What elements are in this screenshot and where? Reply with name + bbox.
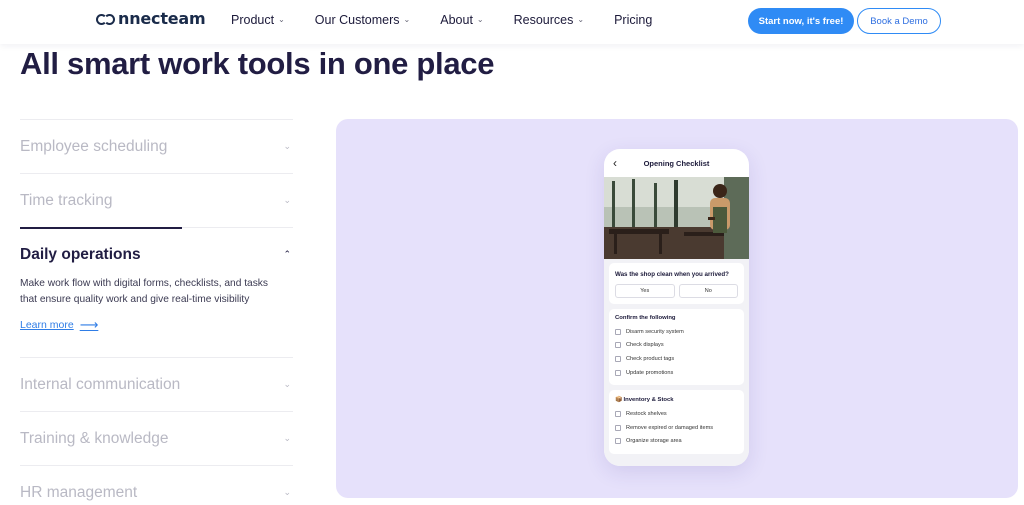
logo-mark-icon	[96, 14, 117, 25]
accordion-header[interactable]: Internal communication ⌄	[20, 358, 293, 411]
chevron-down-icon: ⌄	[283, 433, 291, 443]
checkbox-icon	[615, 438, 621, 445]
chevron-down-icon: ⌄	[283, 379, 291, 389]
accordion-label: Internal communication	[20, 375, 181, 393]
nav-item-our-customers[interactable]: Our Customers ⌄	[315, 13, 410, 27]
answer-yes-button[interactable]: Yes	[615, 284, 675, 298]
chevron-down-icon: ⌄	[283, 141, 291, 151]
shop-photo-illustration	[604, 177, 749, 259]
inventory-card: 📦Inventory & Stock Restock shelves Remov…	[609, 390, 744, 455]
accordion-label: Training & knowledge	[20, 429, 169, 447]
checklist-item-label: Update promotions	[626, 369, 674, 376]
accordion-label: Daily operations	[20, 245, 141, 263]
checkbox-icon	[615, 342, 621, 349]
nav-item-pricing[interactable]: Pricing	[614, 13, 652, 27]
chevron-down-icon: ⌄	[283, 195, 291, 205]
autoplay-progress-bar	[20, 227, 182, 229]
top-navigation: nnecteam Product ⌄ Our Customers ⌄ About…	[0, 0, 1024, 44]
book-demo-button[interactable]: Book a Demo	[857, 8, 941, 34]
accordion-item-time-tracking[interactable]: Time tracking ⌄	[20, 173, 293, 227]
accordion-label: HR management	[20, 483, 138, 501]
checklist-item-label: Disarm security system	[626, 328, 684, 335]
checklist-item-label: Restock shelves	[626, 411, 667, 418]
shop-worker-photo	[604, 177, 749, 259]
feature-accordion: Employee scheduling ⌄ Time tracking ⌄ Da…	[20, 119, 293, 505]
inventory-title-label: Inventory & Stock	[623, 397, 674, 404]
accordion-label: Employee scheduling	[20, 137, 168, 155]
question-card: Was the shop clean when you arrived? Yes…	[609, 263, 744, 304]
main-nav: Product ⌄ Our Customers ⌄ About ⌄ Resour…	[231, 13, 652, 27]
checklist-item[interactable]: Restock shelves	[615, 407, 738, 421]
checkbox-icon	[615, 411, 621, 418]
accordion-header[interactable]: Time tracking ⌄	[20, 174, 293, 227]
checklist-item-label: Check displays	[626, 342, 664, 349]
chevron-down-icon: ⌄	[476, 14, 484, 24]
answer-no-button[interactable]: No	[678, 284, 738, 298]
accordion-item-hr-management[interactable]: HR management ⌄	[20, 465, 293, 505]
confirm-card: Confirm the following Disarm security sy…	[609, 309, 744, 386]
nav-item-label: Our Customers	[314, 13, 400, 27]
checklist-item[interactable]: Disarm security system	[615, 325, 738, 339]
checkbox-icon	[615, 369, 621, 376]
checklist-item[interactable]: Update promotions	[615, 366, 738, 380]
checklist-item-label: Organize storage area	[626, 438, 682, 445]
accordion-item-training-knowledge[interactable]: Training & knowledge ⌄	[20, 411, 293, 465]
checklist-item[interactable]: Check product tags	[615, 352, 738, 366]
accordion-header[interactable]: Daily operations ⌃	[20, 228, 293, 281]
checklist-item[interactable]: Organize storage area	[615, 435, 738, 449]
connecteam-logo[interactable]: nnecteam	[96, 9, 206, 28]
chevron-down-icon: ⌄	[403, 14, 411, 24]
nav-item-label: Resources	[513, 13, 574, 27]
accordion-item-daily-operations[interactable]: Daily operations ⌃ Make work flow with d…	[20, 227, 293, 357]
accordion-header[interactable]: Employee scheduling ⌄	[20, 120, 293, 173]
chevron-down-icon: ⌄	[278, 14, 285, 24]
nav-item-label: Pricing	[614, 13, 653, 27]
accordion-item-internal-communication[interactable]: Internal communication ⌄	[20, 357, 293, 411]
checklist-item-label: Check product tags	[626, 355, 675, 362]
accordion-header[interactable]: Training & knowledge ⌄	[20, 412, 293, 465]
phone-app-bar: ‹ Opening Checklist	[604, 149, 749, 177]
accordion-item-employee-scheduling[interactable]: Employee scheduling ⌄	[20, 119, 293, 173]
learn-more-label: Learn more	[20, 319, 74, 331]
checklist-body: Was the shop clean when you arrived? Yes…	[604, 259, 749, 466]
checkbox-icon	[615, 355, 621, 362]
checklist-item[interactable]: Remove expired or damaged items	[615, 421, 738, 435]
question-text: Was the shop clean when you arrived?	[615, 271, 729, 278]
learn-more-link[interactable]: Learn more ⟶	[20, 317, 98, 333]
chevron-down-icon: ⌄	[577, 14, 585, 24]
answer-options: Yes No	[615, 284, 738, 298]
nav-item-resources[interactable]: Resources ⌄	[514, 13, 584, 27]
nav-item-label: About	[440, 13, 473, 27]
package-icon: 📦	[615, 397, 623, 404]
confirm-section-title: Confirm the following	[615, 315, 676, 321]
start-free-button[interactable]: Start now, it's free!	[748, 8, 854, 34]
chevron-up-icon: ⌃	[283, 249, 291, 259]
back-arrow-icon[interactable]: ‹	[613, 156, 617, 170]
chevron-down-icon: ⌄	[283, 487, 291, 497]
nav-item-about[interactable]: About ⌄	[440, 13, 483, 27]
arrow-right-icon: ⟶	[79, 317, 99, 332]
checklist-item[interactable]: Check displays	[615, 339, 738, 353]
nav-item-label: Product	[231, 13, 275, 27]
checkbox-icon	[615, 328, 621, 335]
checklist-title: Opening Checklist	[643, 158, 710, 168]
phone-mockup: ‹ Opening Checklist Was the shop clean w…	[604, 149, 749, 466]
logo-text: nnecteam	[118, 9, 206, 28]
accordion-header[interactable]: HR management ⌄	[20, 466, 293, 505]
checklist-item-label: Remove expired or damaged items	[626, 424, 714, 431]
page-title: All smart work tools in one place	[20, 46, 495, 81]
inventory-section-title: 📦Inventory & Stock	[615, 396, 738, 403]
nav-item-product[interactable]: Product ⌄	[231, 13, 285, 27]
accordion-body: Make work flow with digital forms, check…	[20, 276, 293, 347]
accordion-label: Time tracking	[20, 191, 113, 209]
checkbox-icon	[615, 424, 621, 431]
accordion-description: Make work flow with digital forms, check…	[20, 278, 268, 305]
